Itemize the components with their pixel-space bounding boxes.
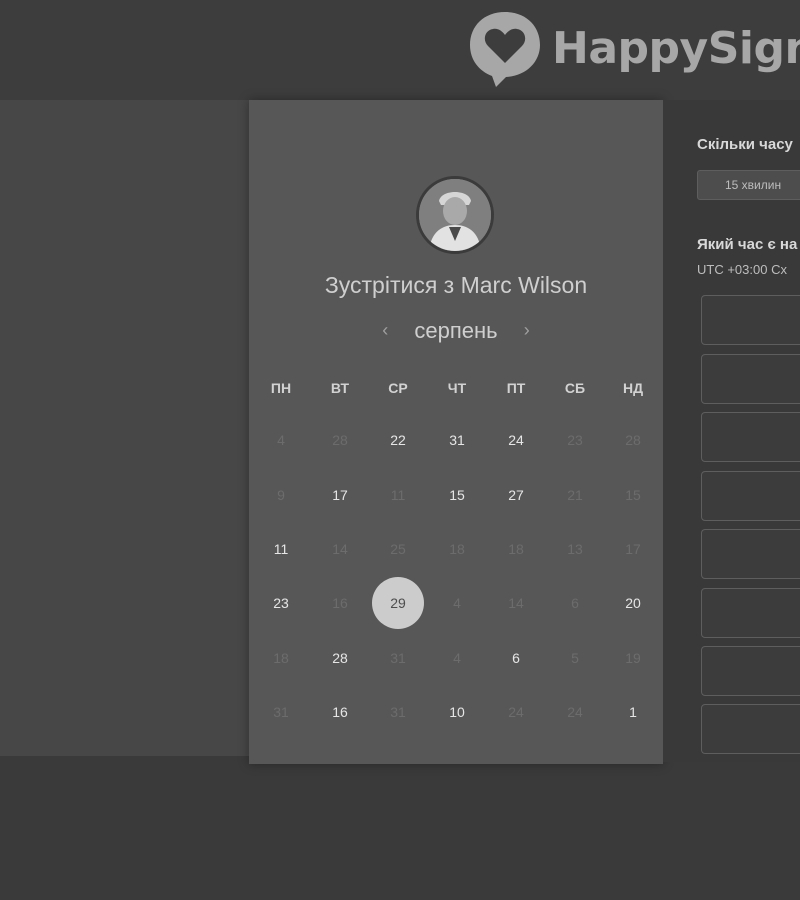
time-slot-button[interactable] xyxy=(701,704,800,754)
calendar-day: 18 xyxy=(273,650,289,666)
brand-logo[interactable]: HappySign xyxy=(466,8,800,88)
month-navigator: ‹ серпень › xyxy=(249,318,663,344)
calendar-day: 23 xyxy=(567,432,583,448)
meet-with-heading: Зустрітися з Marc Wilson xyxy=(324,272,588,298)
calendar-day[interactable]: 11 xyxy=(255,523,307,575)
calendar-day[interactable]: 28 xyxy=(314,632,366,684)
calendar-day[interactable]: 22 xyxy=(372,414,424,466)
calendar-day: 5 xyxy=(571,650,579,666)
duration-heading: Скільки часу xyxy=(697,136,793,153)
calendar-day: 13 xyxy=(567,541,583,557)
booking-side-panel: Скільки часу 15 хвилин Який час є на UTC… xyxy=(663,100,800,762)
calendar-day[interactable]: 17 xyxy=(314,469,366,521)
calendar-day: 18 xyxy=(508,541,524,557)
bottom-backdrop xyxy=(0,762,800,900)
calendar-day: 4 xyxy=(453,595,461,611)
calendar-day: 28 xyxy=(625,432,641,448)
calendar-day: 11 xyxy=(390,487,406,503)
time-slot-button[interactable] xyxy=(701,353,800,404)
left-backdrop xyxy=(0,100,249,756)
weekday-label: СБ xyxy=(564,380,586,396)
weekday-label: ПТ xyxy=(506,380,526,396)
calendar-day: 15 xyxy=(625,487,641,503)
calendar-day[interactable]: 31 xyxy=(431,414,483,466)
calendar-day[interactable]: 20 xyxy=(607,577,659,629)
calendar-day[interactable]: 1 xyxy=(607,686,659,738)
chevron-left-icon[interactable]: ‹ xyxy=(382,320,388,341)
weekday-label: НД xyxy=(622,380,644,396)
calendar-day: 4 xyxy=(453,650,461,666)
calendar-day: 19 xyxy=(625,650,641,666)
calendar-day: 25 xyxy=(390,541,406,557)
calendar-day-selected[interactable]: 29 xyxy=(372,577,424,629)
calendar-day: 31 xyxy=(390,704,406,720)
calendar-day: 18 xyxy=(449,541,465,557)
calendar-day: 14 xyxy=(332,541,348,557)
time-slot-button[interactable] xyxy=(701,470,800,521)
heart-speech-bubble-icon xyxy=(470,12,540,87)
calendar-day[interactable]: 15 xyxy=(431,469,483,521)
duration-option-button[interactable]: 15 хвилин xyxy=(697,170,800,200)
time-heading: Який час є на xyxy=(697,236,798,253)
person-icon xyxy=(419,179,491,251)
time-slot-button[interactable] xyxy=(701,295,800,345)
current-month-label: серпень xyxy=(414,318,498,343)
calendar-day: 24 xyxy=(567,704,583,720)
time-slot-button[interactable] xyxy=(701,412,800,462)
calendar-day[interactable]: 6 xyxy=(490,632,542,684)
host-avatar xyxy=(416,176,494,254)
calendar-day[interactable]: 23 xyxy=(255,577,307,629)
brand-name: HappySign xyxy=(552,22,800,74)
calendar-day[interactable]: 24 xyxy=(490,414,542,466)
calendar-day: 14 xyxy=(508,595,524,611)
calendar-day: 31 xyxy=(273,704,289,720)
calendar-day: 21 xyxy=(567,487,583,503)
calendar-day[interactable]: 27 xyxy=(490,469,542,521)
weekday-label: ВТ xyxy=(330,380,350,396)
weekday-label: ЧТ xyxy=(447,380,467,396)
app-header: HappySign xyxy=(0,0,800,100)
calendar-day: 17 xyxy=(625,541,641,557)
timezone-label[interactable]: UTC +03:00 Сх xyxy=(697,262,787,277)
calendar-day: 31 xyxy=(390,650,406,666)
calendar-day: 9 xyxy=(277,487,285,503)
chevron-right-icon[interactable]: › xyxy=(524,320,530,341)
time-slot-button[interactable] xyxy=(701,587,800,638)
calendar-day[interactable]: 10 xyxy=(431,686,483,738)
weekday-label: СР xyxy=(388,380,408,396)
time-slot-button[interactable] xyxy=(701,529,800,579)
weekday-label: ПН xyxy=(270,380,292,396)
calendar-day: 16 xyxy=(332,595,348,611)
calendar-day: 6 xyxy=(571,595,579,611)
calendar-day[interactable]: 16 xyxy=(314,686,366,738)
calendar-panel: Зустрітися з Marc Wilson ‹ серпень › ПН В… xyxy=(249,100,663,764)
calendar-day: 28 xyxy=(332,432,348,448)
calendar-day: 4 xyxy=(277,432,285,448)
time-slot-button[interactable] xyxy=(701,646,800,696)
calendar-day: 24 xyxy=(508,704,524,720)
